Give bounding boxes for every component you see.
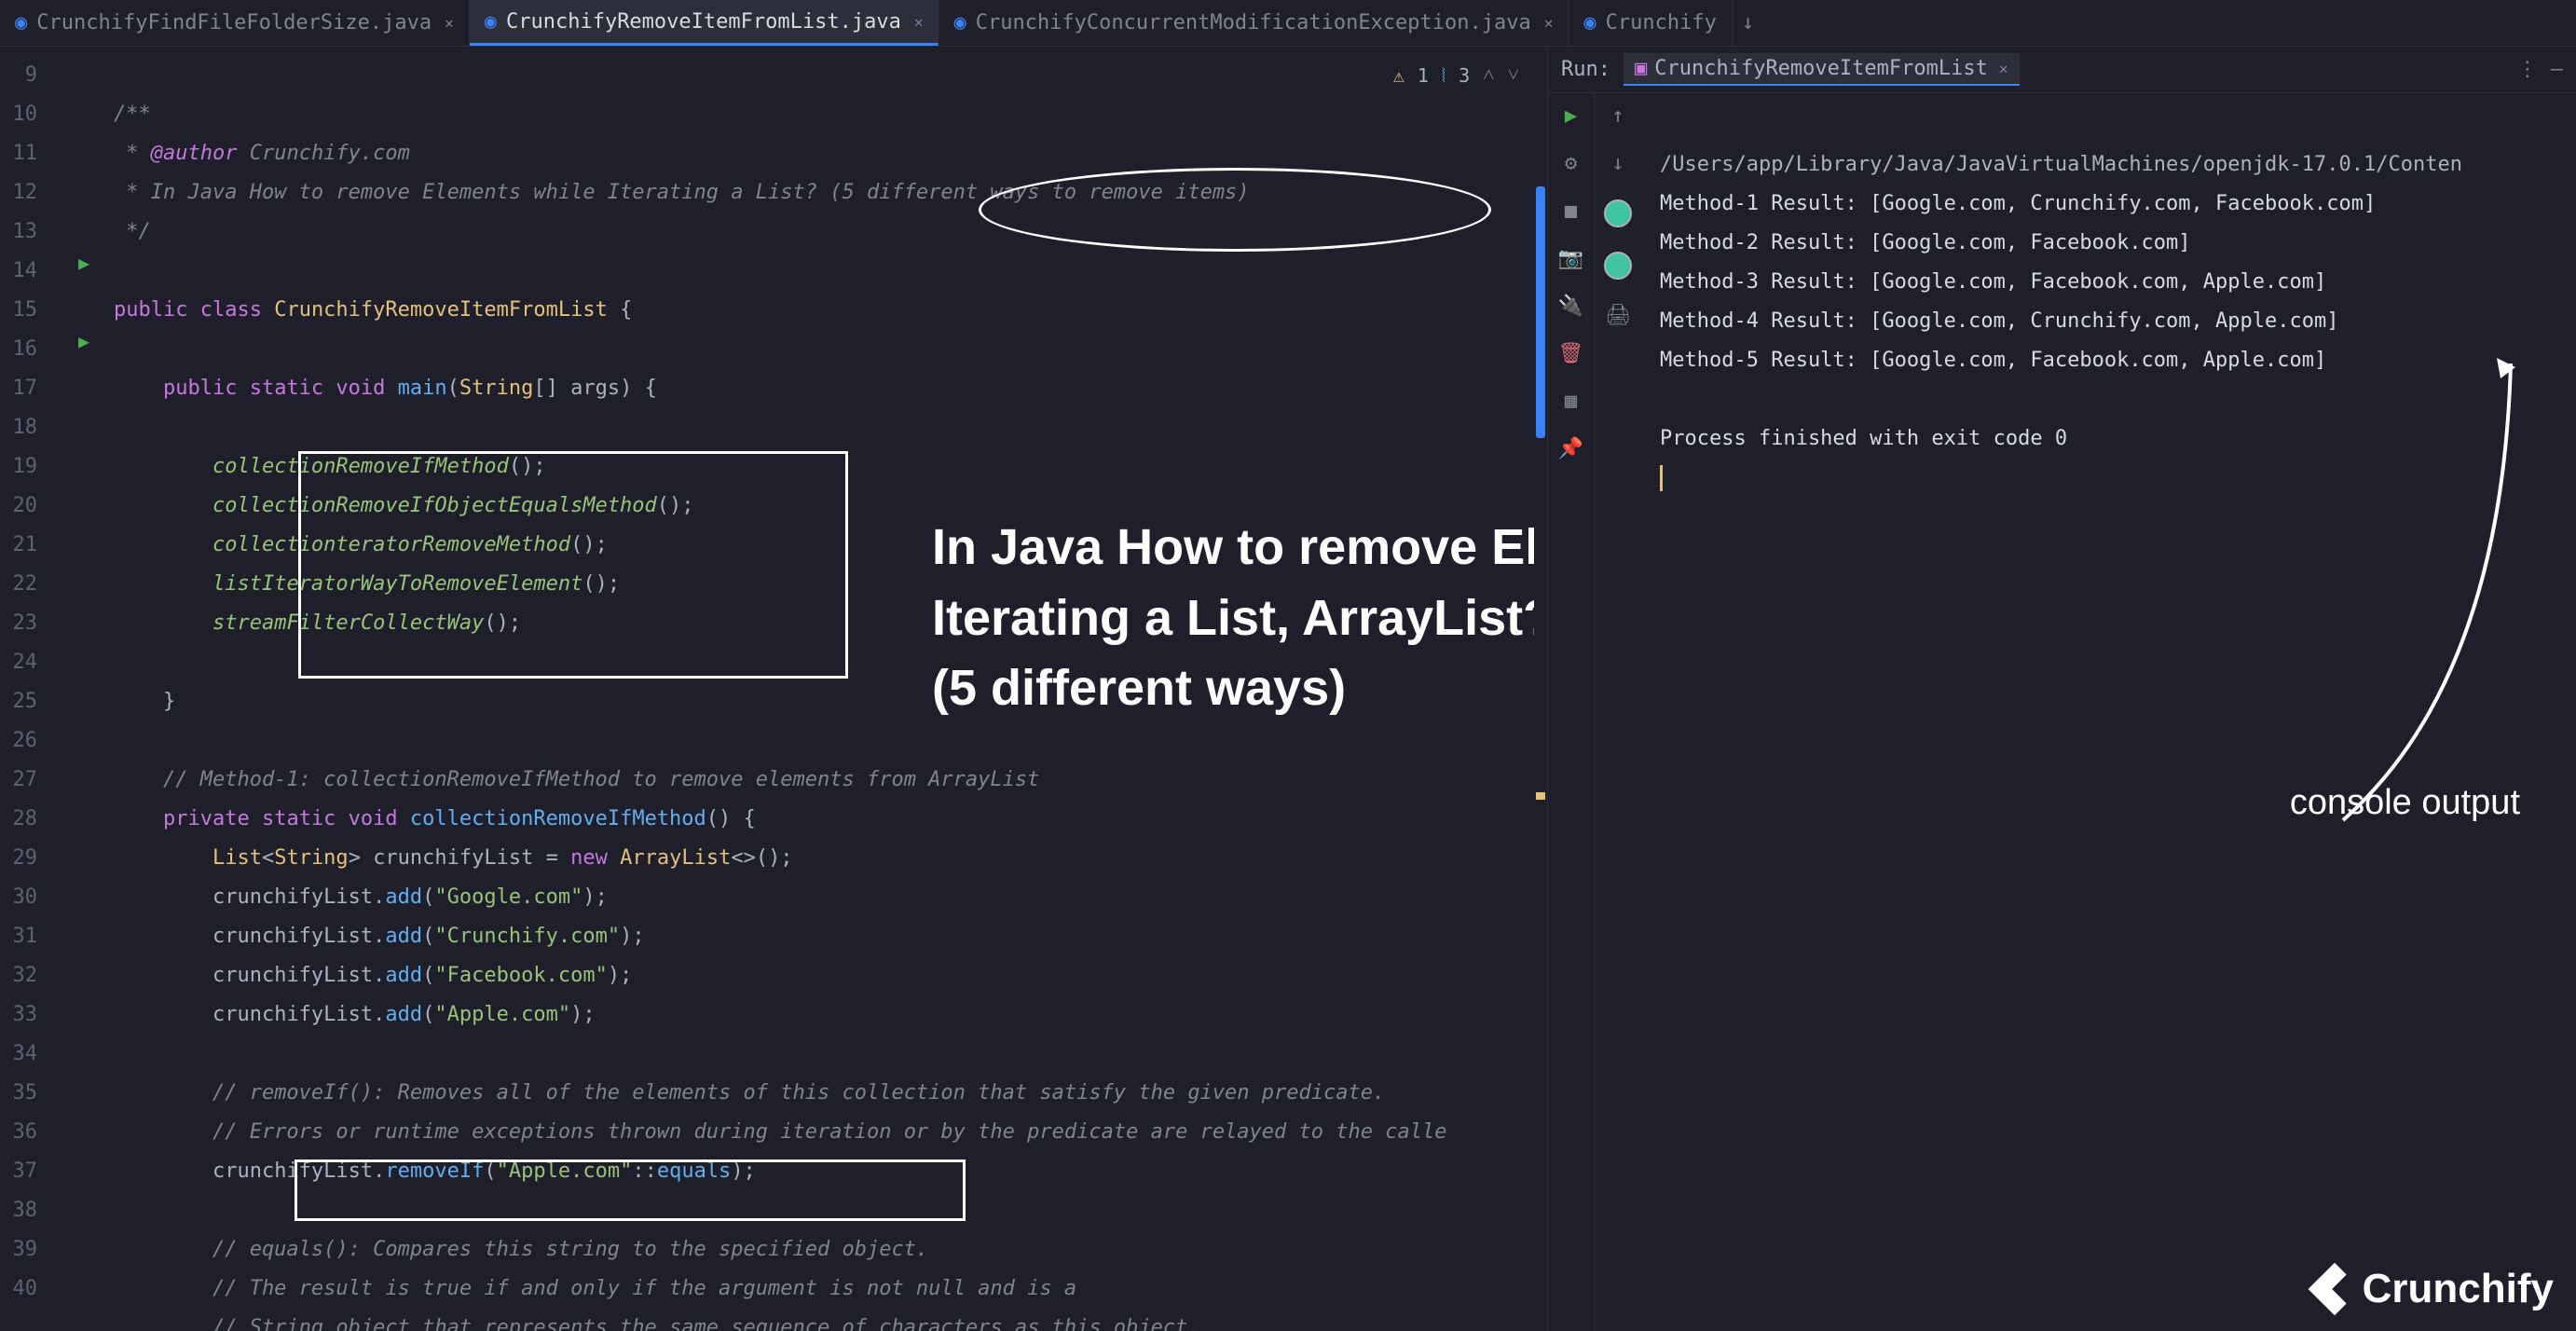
editor[interactable]: 9101112131415161718192021222324252627282… <box>0 47 1547 1331</box>
logo-mark-icon <box>2308 1263 2361 1316</box>
weak-warning-icon: ⦚ <box>1442 56 1446 95</box>
close-icon[interactable]: ✕ <box>1999 60 2008 77</box>
annotation-console-label: console output <box>2290 783 2520 822</box>
java-icon: ◉ <box>485 10 497 34</box>
close-icon[interactable]: ✕ <box>1544 14 1554 32</box>
rerun-icon[interactable]: ▶ <box>1565 104 1577 128</box>
soft-wrap-icon[interactable] <box>1604 199 1632 227</box>
gutter-icons: ▶ ▶ <box>45 47 103 1331</box>
console-path: /Users/app/Library/Java/JavaVirtualMachi… <box>1660 153 2462 176</box>
crunchify-logo: Crunchify <box>2316 1266 2554 1312</box>
console-line: Method-5 Result: [Google.com, Facebook.c… <box>1660 349 2326 372</box>
tab-label: Crunchify <box>1606 11 1717 34</box>
more-icon[interactable]: ⋮ <box>2517 58 2538 81</box>
weak-warning-count: 3 <box>1459 56 1470 95</box>
warning-count: 1 <box>1418 56 1429 95</box>
annotation-arrow <box>2315 354 2520 839</box>
settings-icon[interactable]: ⚙ <box>1565 152 1577 175</box>
prev-highlight-icon[interactable]: ˄ <box>1483 56 1494 95</box>
close-icon[interactable]: ✕ <box>445 14 454 32</box>
delete-icon[interactable]: 🗑 <box>1558 342 1584 365</box>
console-line: Method-1 Result: [Google.com, Crunchify.… <box>1660 192 2376 215</box>
error-stripe[interactable] <box>1534 47 1547 1331</box>
gutter-line-numbers: 9101112131415161718192021222324252627282… <box>0 47 45 1331</box>
run-gutter-icon[interactable]: ▶ <box>78 252 89 274</box>
tab-label: CrunchifyFindFileFolderSize.java <box>36 11 432 34</box>
code-area[interactable]: /** * @author Crunchify.com * In Java Ho… <box>103 47 1534 1331</box>
console-exit: Process finished with exit code 0 <box>1660 427 2067 450</box>
console-line: Method-4 Result: [Google.com, Crunchify.… <box>1660 309 2338 333</box>
java-icon: ◉ <box>15 11 27 34</box>
nav-down-icon[interactable]: ↓ <box>1742 11 1754 34</box>
annotation-title: In Java How to remove Elements while Ite… <box>932 513 1547 724</box>
tab-concurrentmod[interactable]: ◉ CrunchifyConcurrentModificationExcepti… <box>939 0 1569 46</box>
exit-icon[interactable]: 🔌 <box>1558 295 1583 318</box>
editor-tabs: ◉ CrunchifyFindFileFolderSize.java ✕ ◉ C… <box>0 0 2576 47</box>
java-icon: ◉ <box>953 11 966 34</box>
run-config-tab[interactable]: ▣ CrunchifyRemoveItemFromList ✕ <box>1624 53 2020 86</box>
stop-icon[interactable]: ■ <box>1565 199 1577 223</box>
run-gutter-icon[interactable]: ▶ <box>78 330 89 352</box>
scroll-down-icon[interactable]: ↓ <box>1611 152 1624 175</box>
run-toolbar-left: ▶ ⚙ ■ 📷 🔌 🗑 ▦ 📌 <box>1548 93 1595 1331</box>
tab-findfile[interactable]: ◉ CrunchifyFindFileFolderSize.java ✕ <box>0 0 470 46</box>
java-icon: ◉ <box>1583 11 1596 34</box>
console-line: Method-2 Result: [Google.com, Facebook.c… <box>1660 231 2191 254</box>
hide-icon[interactable]: — <box>2551 58 2563 81</box>
tab-crunchify[interactable]: ◉ Crunchify <box>1569 0 1732 46</box>
console-caret <box>1660 465 1663 491</box>
pin-icon[interactable]: 📌 <box>1558 437 1583 460</box>
tab-removeitem[interactable]: ◉ CrunchifyRemoveItemFromList.java ✕ <box>470 0 939 46</box>
layout-icon[interactable]: ▦ <box>1565 390 1577 413</box>
run-header: Run: ▣ CrunchifyRemoveItemFromList ✕ ⋮ — <box>1548 47 2576 93</box>
inspection-widget[interactable]: ⚠ 1 ⦚ 3 ˄ ˅ <box>1393 56 1519 95</box>
console-line: Method-3 Result: [Google.com, Facebook.c… <box>1660 270 2326 294</box>
tab-label: CrunchifyRemoveItemFromList.java <box>506 10 901 34</box>
run-toolbar-right: ↑ ↓ 🖨 <box>1595 93 1641 1331</box>
scroll-up-icon[interactable]: ↑ <box>1611 104 1624 128</box>
run-config-name: CrunchifyRemoveItemFromList <box>1654 57 1988 80</box>
run-tool-window: Run: ▣ CrunchifyRemoveItemFromList ✕ ⋮ —… <box>1547 47 2576 1331</box>
scroll-to-end-icon[interactable] <box>1604 252 1632 280</box>
close-icon[interactable]: ✕ <box>914 13 924 31</box>
console-output[interactable]: /Users/app/Library/Java/JavaVirtualMachi… <box>1641 93 2576 1331</box>
tab-label: CrunchifyConcurrentModificationException… <box>976 11 1531 34</box>
next-highlight-icon[interactable]: ˅ <box>1508 56 1519 95</box>
dump-threads-icon[interactable]: 📷 <box>1558 247 1583 270</box>
run-label: Run: <box>1561 58 1610 81</box>
doc-comment: /** <box>114 103 151 126</box>
warning-icon: ⚠ <box>1393 56 1404 95</box>
application-icon: ▣ <box>1635 57 1647 80</box>
logo-text: Crunchify <box>2363 1266 2554 1312</box>
print-icon[interactable]: 🖨 <box>1605 304 1631 327</box>
annotation-box-calls <box>298 451 848 679</box>
